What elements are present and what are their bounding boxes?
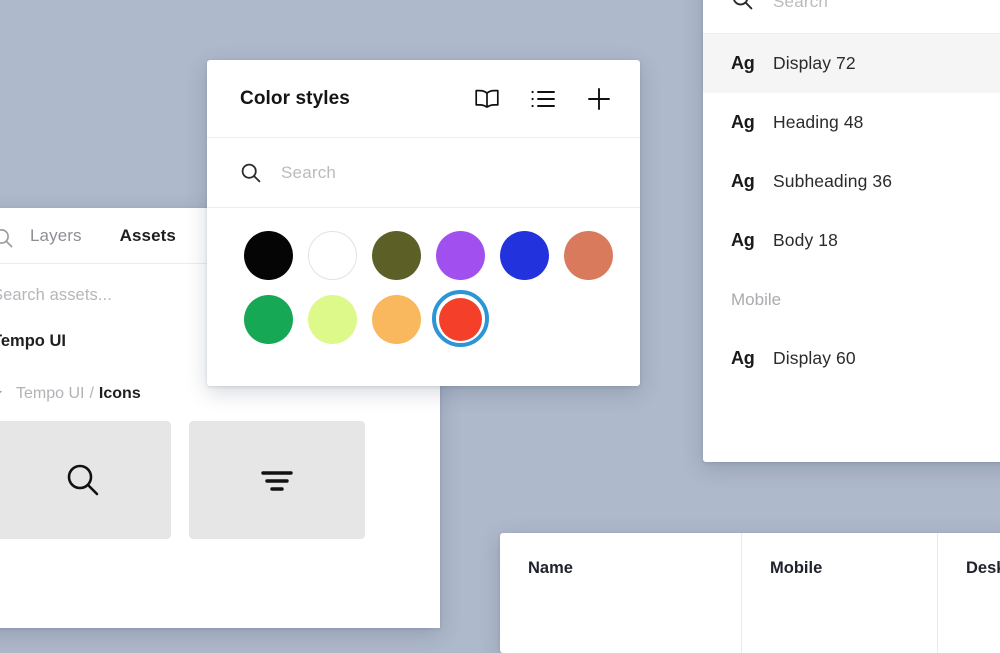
color-swatch[interactable] <box>244 294 308 344</box>
color-swatch[interactable] <box>500 230 564 280</box>
text-style-row[interactable]: Ag Subheading 36 <box>703 152 1000 211</box>
tab-assets[interactable]: Assets <box>120 226 176 246</box>
text-style-row[interactable]: Ag Display 72 <box>703 34 1000 93</box>
color-styles-actions <box>474 86 612 112</box>
text-style-label: Subheading 36 <box>773 171 893 191</box>
text-styles-panel: Search Ag Display 72 Ag Heading 48 Ag Subhead… <box>703 0 1000 462</box>
search-icon[interactable] <box>0 227 14 249</box>
color-swatch[interactable] <box>372 230 436 280</box>
text-style-label: Heading 48 <box>773 112 864 132</box>
book-icon[interactable] <box>474 86 500 112</box>
asset-group-separator: / <box>89 385 94 402</box>
table-column-header[interactable]: Name <box>500 533 742 653</box>
text-styles-group-label: Mobile <box>731 289 782 309</box>
color-swatch-grid <box>207 208 640 347</box>
swatch-fill <box>308 294 357 344</box>
canvas: Layers Assets Search assets... Tempo UI … <box>0 0 1000 653</box>
swatch-fill <box>244 230 293 280</box>
color-swatch[interactable] <box>436 230 500 280</box>
color-swatch[interactable] <box>308 230 372 280</box>
swatch-fill <box>564 230 613 280</box>
asset-thumbnail-filter[interactable] <box>189 421 365 539</box>
text-style-label: Display 60 <box>773 348 856 368</box>
swatch-fill <box>308 230 357 280</box>
assets-search-placeholder: Search assets... <box>0 285 112 304</box>
swatch-fill <box>436 230 485 280</box>
filter-icon <box>258 465 296 495</box>
text-style-sample: Ag <box>731 112 755 132</box>
table-panel: Name Mobile Desktop <box>500 533 1000 653</box>
text-style-row[interactable]: Ag Heading 48 <box>703 93 1000 152</box>
color-swatch[interactable] <box>244 230 308 280</box>
text-style-label: Display 72 <box>773 53 856 73</box>
panel-title: Color styles <box>240 87 350 109</box>
tab-layers[interactable]: Layers <box>30 226 82 246</box>
text-styles-search-placeholder: Search <box>773 0 829 11</box>
plus-icon[interactable] <box>586 86 612 112</box>
color-swatch[interactable] <box>564 230 628 280</box>
text-style-row[interactable]: Ag Body 18 <box>703 211 1000 270</box>
swatch-fill <box>244 294 293 344</box>
color-styles-panel: Color styles Search <box>207 60 640 386</box>
asset-thumbnail-search[interactable] <box>0 421 171 539</box>
asset-group-parent: Tempo UI <box>16 385 85 402</box>
swatch-fill <box>439 297 482 341</box>
search-icon <box>63 460 103 500</box>
text-style-label: Body 18 <box>773 230 838 250</box>
text-styles-search-input[interactable]: Search <box>703 0 1000 34</box>
color-styles-header: Color styles <box>207 60 640 138</box>
search-icon <box>240 162 262 184</box>
table-header-row: Name Mobile Desktop <box>500 533 1000 653</box>
text-style-sample: Ag <box>731 348 755 368</box>
text-styles-list: Ag Display 72 Ag Heading 48 Ag Subheading 36 A… <box>703 34 1000 388</box>
color-styles-search-placeholder: Search <box>281 162 337 182</box>
color-styles-search-input[interactable]: Search <box>207 138 640 208</box>
search-icon <box>731 0 754 11</box>
list-icon[interactable] <box>530 86 556 112</box>
color-swatch[interactable] <box>372 294 436 344</box>
swatch-fill <box>372 230 421 280</box>
swatch-fill <box>372 294 421 344</box>
text-style-row[interactable]: Ag Display 60 <box>703 329 1000 388</box>
swatch-fill <box>500 230 549 280</box>
text-style-sample: Ag <box>731 230 755 250</box>
asset-group-name: Icons <box>98 385 141 402</box>
table-column-header[interactable]: Desktop <box>938 533 1000 653</box>
table-column-header[interactable]: Mobile <box>742 533 938 653</box>
text-style-sample: Ag <box>731 171 755 191</box>
asset-thumbnail-grid <box>0 403 440 539</box>
text-style-sample: Ag <box>731 53 755 73</box>
color-swatch-selected[interactable] <box>432 290 500 347</box>
caret-down-icon[interactable] <box>0 391 2 397</box>
color-swatch[interactable] <box>308 294 372 344</box>
